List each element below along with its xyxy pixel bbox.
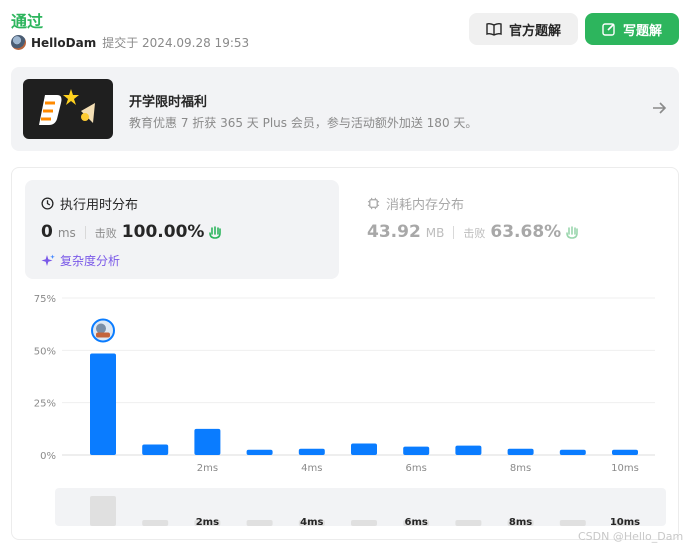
bar[interactable] [455,445,482,455]
bar-current[interactable] [90,353,116,455]
bar[interactable] [298,448,325,455]
x-tick-label: 4ms [301,463,322,474]
overview-bar [559,520,586,526]
overview-x-label: 6ms [405,517,428,528]
bar[interactable] [351,443,377,455]
x-tick-label: 6ms [406,463,427,474]
bar[interactable] [403,446,430,455]
overview-bar [142,520,169,526]
y-tick-label: 75% [34,294,56,305]
marker-avatar-body [96,332,110,338]
bar[interactable] [507,448,534,455]
marker-avatar-head [96,323,106,334]
x-tick-label: 10ms [611,463,639,474]
overview-x-label: 4ms [300,517,323,528]
x-tick-label: 2ms [197,463,218,474]
x-tick-label: 8ms [510,463,531,474]
overview-bar [455,520,482,526]
overview-bar [246,520,273,526]
watermark: CSDN @Hello_Dam [578,530,684,543]
bar[interactable] [142,444,169,455]
bar[interactable] [194,428,221,455]
y-tick-label: 25% [34,399,56,410]
overview-x-label: 2ms [196,517,219,528]
runtime-distribution-chart[interactable]: 0% 25% 50% 75% 2ms 4ms 6ms 8ms 10ms 2ms 4ms 6ms 8ms 1… [0,0,693,551]
y-tick-label: 50% [34,346,56,357]
overview-bar [351,520,377,526]
bar[interactable] [559,449,586,455]
overview-x-label: 10ms [610,517,640,528]
bar[interactable] [246,449,273,455]
overview-bar [90,496,116,526]
overview-x-label: 8ms [509,517,532,528]
bar[interactable] [612,449,638,455]
y-tick-label: 0% [40,451,56,462]
